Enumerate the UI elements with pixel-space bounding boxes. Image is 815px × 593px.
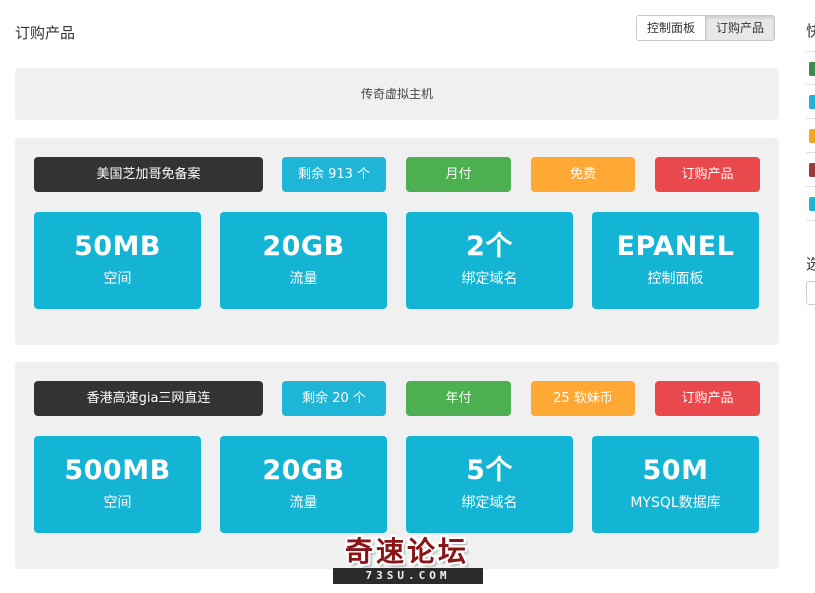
stat-value: 20GB: [262, 455, 345, 486]
product-card: 美国芝加哥免备案 剩余 913 个 月付 免费 订购产品 50MB 空间 20G…: [15, 138, 779, 345]
stock-badge: 剩余 913 个: [282, 157, 386, 192]
sidebar-list: [806, 51, 815, 221]
billing-cycle-badge: 年付: [406, 381, 511, 416]
status-chip: [809, 163, 815, 177]
order-product-button[interactable]: 订购产品: [655, 381, 760, 416]
order-product-button[interactable]: 订购产品: [655, 157, 760, 192]
stat-value: 500MB: [64, 455, 171, 486]
sidebar-item[interactable]: [806, 187, 815, 221]
watermark-url: 73SU.COM: [333, 568, 483, 584]
sidebar-item[interactable]: [806, 51, 815, 85]
stat-label: 绑定域名: [461, 271, 518, 287]
stat-value: 20GB: [262, 231, 345, 262]
price-badge: 免费: [531, 157, 635, 192]
stat-label: 流量: [289, 271, 318, 287]
page-title: 订购产品: [15, 24, 76, 42]
sidebar-item[interactable]: [806, 153, 815, 187]
sidebar-title: 快: [806, 22, 815, 40]
stat-traffic: 20GB 流量: [220, 436, 387, 533]
stat-value: EPANEL: [616, 231, 735, 262]
order-products-button[interactable]: 订购产品: [705, 16, 775, 40]
forum-watermark: 奇速论坛 73SU.COM: [327, 535, 487, 587]
stock-badge: 剩余 20 个: [282, 381, 386, 416]
stat-domains: 2个 绑定域名: [406, 212, 573, 309]
stat-control-panel: EPANEL 控制面板: [592, 212, 759, 309]
stat-value: 50M: [642, 455, 709, 486]
sidebar-item[interactable]: [806, 119, 815, 153]
billing-cycle-badge: 月付: [406, 157, 511, 192]
stat-domains: 5个 绑定域名: [406, 436, 573, 533]
stat-label: 流量: [289, 495, 318, 511]
price-badge: 25 软妹币: [531, 381, 635, 416]
stat-traffic: 20GB 流量: [220, 212, 387, 309]
stat-disk-space: 50MB 空间: [34, 212, 201, 309]
stat-disk-space: 500MB 空间: [34, 436, 201, 533]
stat-label: 空间: [103, 495, 132, 511]
control-panel-button[interactable]: 控制面板: [637, 16, 706, 40]
watermark-logo-text: 奇速论坛: [344, 535, 469, 568]
stat-label: 空间: [103, 271, 132, 287]
product-name: 美国芝加哥免备案: [34, 157, 263, 192]
stat-mysql: 50M MYSQL数据库: [592, 436, 759, 533]
stat-value: 5个: [466, 455, 513, 486]
stat-value: 2个: [466, 231, 513, 262]
category-header: 传奇虚拟主机: [15, 68, 779, 120]
status-chip: [809, 95, 815, 109]
status-chip: [809, 197, 815, 211]
stat-label: 控制面板: [647, 271, 704, 287]
stat-label: 绑定域名: [461, 495, 518, 511]
sidebar-section-title: 选: [806, 255, 815, 273]
status-chip: [809, 62, 815, 76]
sidebar-item[interactable]: [806, 85, 815, 119]
status-chip: [809, 129, 815, 143]
product-name: 香港高速gia三网直连: [34, 381, 263, 416]
view-switcher: 控制面板 订购产品: [636, 15, 776, 41]
sidebar-select[interactable]: [806, 281, 815, 305]
stat-label: MYSQL数据库: [630, 495, 721, 511]
stat-value: 50MB: [73, 231, 162, 262]
